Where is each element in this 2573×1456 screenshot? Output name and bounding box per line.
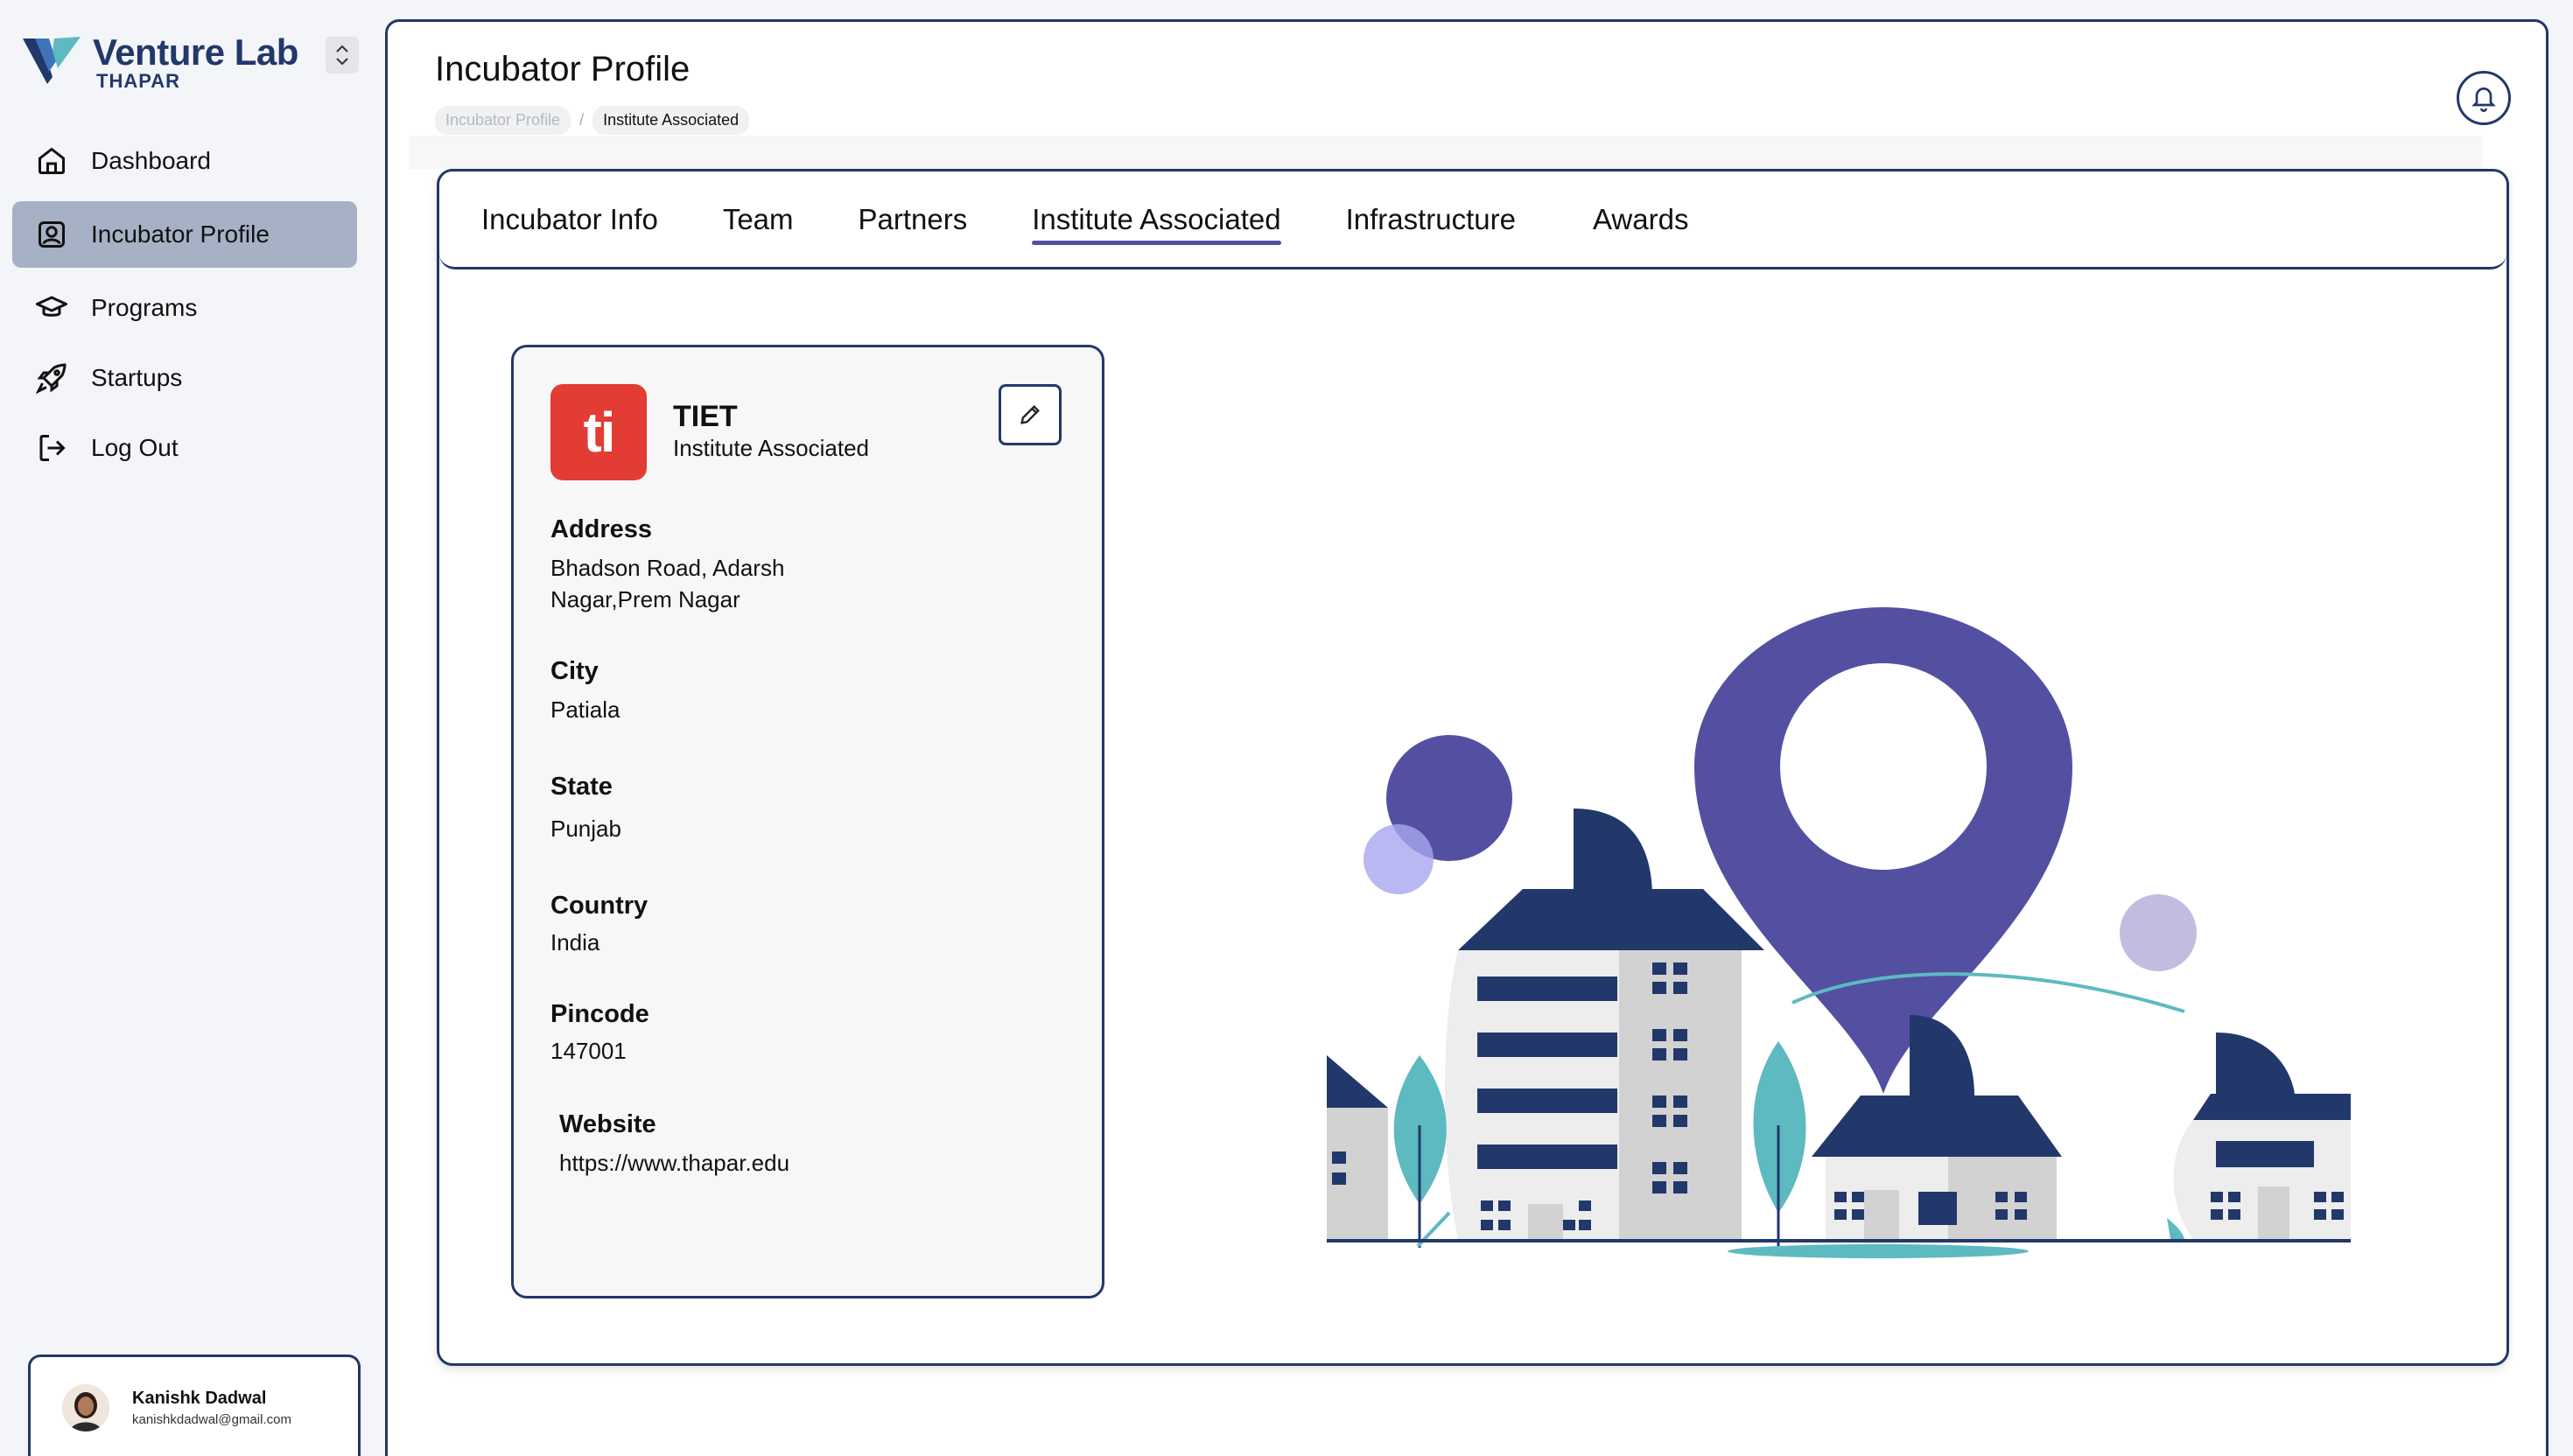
institute-subtitle: Institute Associated	[673, 435, 870, 461]
brand-logo[interactable]: Venture Lab THAPAR	[23, 33, 298, 91]
institute-card: ti TIET Institute Associated Address Bha…	[511, 345, 1104, 1298]
tab-awards[interactable]: Awards	[1593, 203, 1688, 236]
sidebar-item-programs[interactable]: Programs	[12, 275, 357, 341]
sidebar-item-incubator-profile[interactable]: Incubator Profile	[12, 201, 357, 268]
main-panel: Incubator Profile Incubator Profile / In…	[385, 19, 2548, 1456]
avatar	[62, 1383, 109, 1432]
location-buildings-illustration	[1327, 607, 2351, 1258]
bell-icon	[2471, 88, 2496, 112]
tab-bar: Incubator Info Team Partners Institute A…	[439, 172, 2506, 270]
pincode-label: Pincode	[550, 1000, 649, 1028]
user-name: Kanishk Dadwal	[132, 1388, 267, 1408]
header-divider	[409, 136, 2483, 169]
workspace-switcher-button[interactable]	[326, 37, 359, 74]
address-value: Bhadson Road, Adarsh Nagar,Prem Nagar	[550, 555, 785, 612]
brand-sub: THAPAR	[96, 70, 181, 92]
city-value: Patiala	[550, 696, 620, 723]
sidebar-item-label: Incubator Profile	[91, 220, 270, 248]
sidebar-item-startups[interactable]: Startups	[12, 345, 357, 411]
user-card[interactable]: Kanishk Dadwal kanishkdadwal@gmail.com	[28, 1354, 361, 1456]
edit-button[interactable]	[999, 384, 1062, 445]
address-label: Address	[550, 515, 653, 543]
pencil-icon	[1020, 405, 1040, 424]
state-label: State	[550, 773, 613, 801]
page-title: Incubator Profile	[435, 50, 691, 88]
city-label: City	[550, 657, 599, 685]
notifications-button[interactable]	[2457, 71, 2511, 125]
country-value: India	[550, 929, 600, 956]
website-link[interactable]: https://www.thapar.edu	[559, 1147, 997, 1179]
chevron-up-down-icon	[336, 45, 348, 66]
state-value: Punjab	[550, 816, 621, 842]
sidebar-item-label: Programs	[91, 294, 198, 321]
breadcrumb-separator: /	[579, 111, 585, 129]
user-email: kanishkdadwal@gmail.com	[132, 1411, 291, 1427]
logout-icon	[35, 431, 68, 465]
country-label: Country	[550, 892, 649, 920]
sidebar-item-label: Dashboard	[91, 147, 211, 174]
tab-partners[interactable]: Partners	[859, 203, 968, 236]
institute-name: TIET	[673, 400, 738, 433]
breadcrumb: Incubator Profile / Institute Associated	[435, 106, 750, 135]
tab-incubator-info[interactable]: Incubator Info	[481, 203, 658, 236]
tab-infrastructure[interactable]: Infrastructure	[1346, 203, 1516, 236]
rocket-icon	[35, 361, 68, 395]
sidebar-item-label: Startups	[91, 364, 183, 391]
institute-logo: ti	[550, 384, 647, 480]
breadcrumb-item-incubator-profile[interactable]: Incubator Profile	[435, 106, 571, 135]
sidebar-item-label: Log Out	[91, 434, 179, 461]
sidebar-item-dashboard[interactable]: Dashboard	[12, 128, 357, 194]
website-label: Website	[559, 1110, 656, 1138]
brand-name: Venture Lab	[93, 32, 298, 73]
profile-icon	[35, 218, 68, 251]
graduation-cap-icon	[35, 291, 68, 325]
sidebar: Venture Lab THAPAR Dashboard Incubator P…	[0, 0, 375, 1456]
breadcrumb-item-current: Institute Associated	[592, 106, 750, 135]
sidebar-item-logout[interactable]: Log Out	[12, 415, 357, 481]
pincode-value: 147001	[550, 1038, 627, 1064]
sidebar-nav: Dashboard Incubator Profile Programs Sta…	[12, 128, 357, 485]
content-panel: Incubator Info Team Partners Institute A…	[437, 169, 2509, 1366]
tab-institute-associated[interactable]: Institute Associated	[1032, 203, 1281, 245]
venture-lab-logo-icon	[23, 37, 81, 84]
tab-team[interactable]: Team	[723, 203, 794, 236]
home-icon	[35, 144, 68, 178]
